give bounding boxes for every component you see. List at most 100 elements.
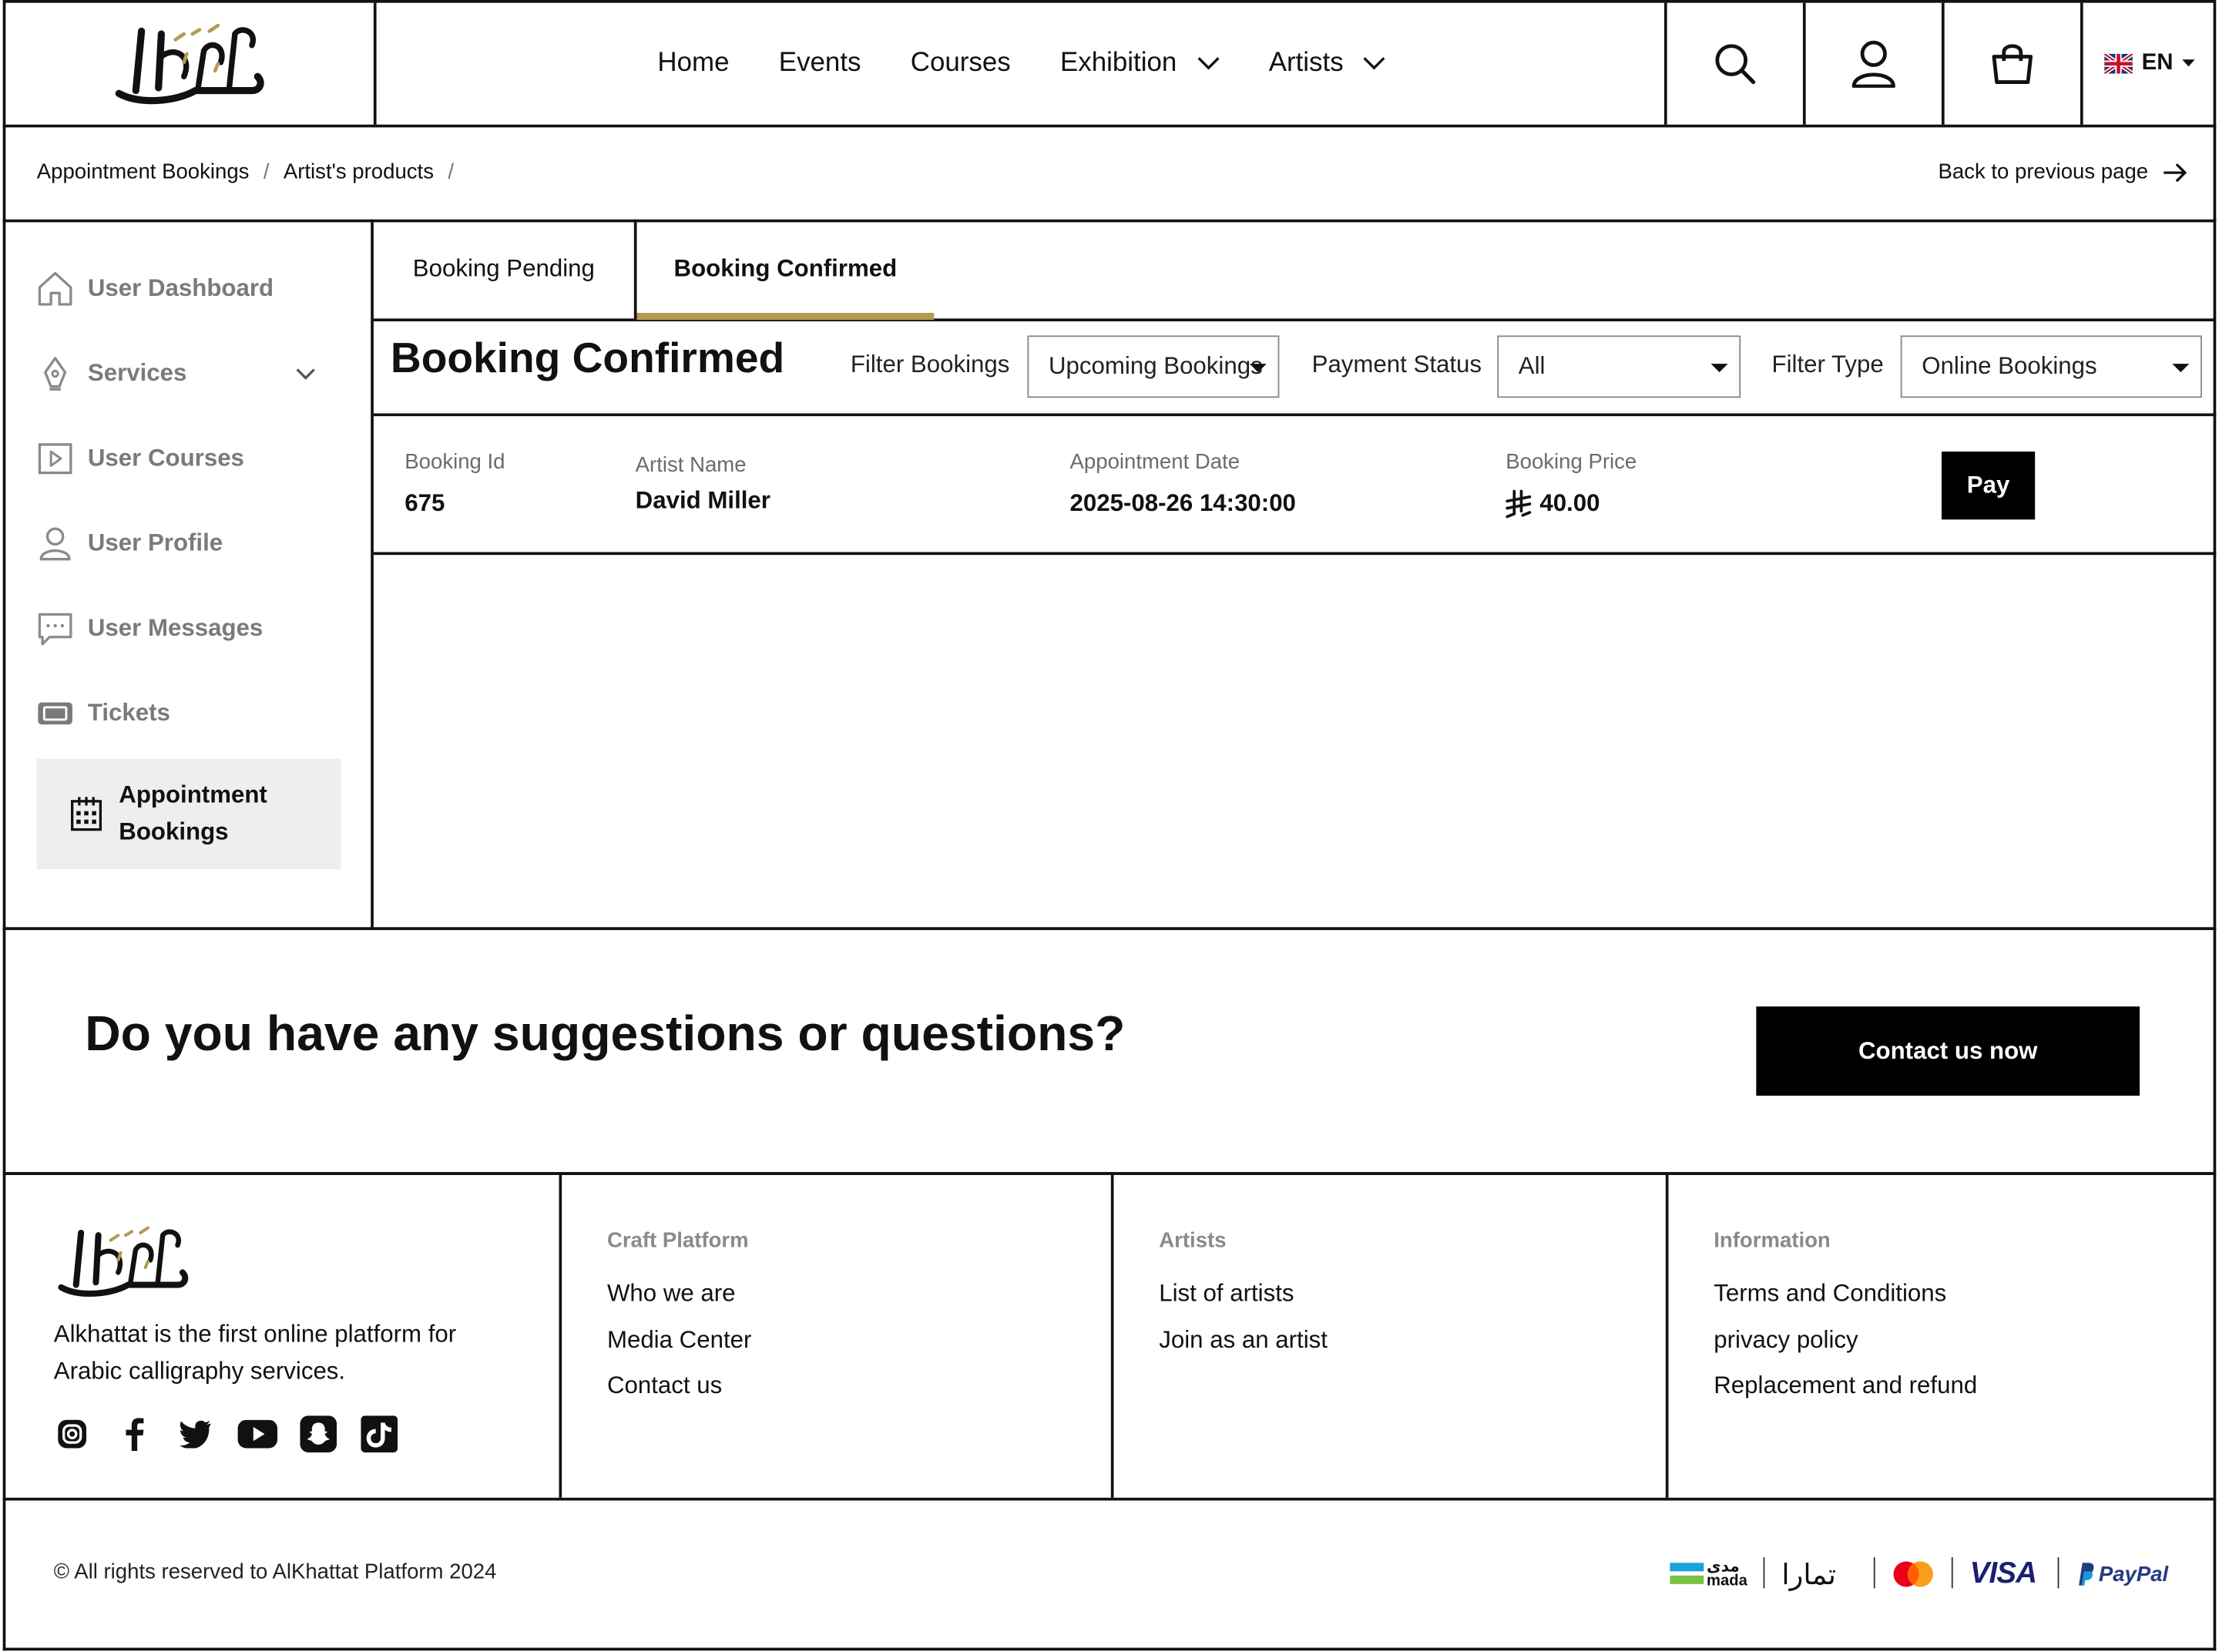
back-label: Back to previous page [1938, 159, 2149, 184]
sidebar-item-label: Services [87, 359, 187, 387]
sidebar-item-label: User Profile [87, 529, 223, 557]
sidebar-item-messages[interactable]: User Messages [37, 610, 341, 647]
select-value: All [1518, 352, 1546, 380]
sidebar-item-profile[interactable]: User Profile [37, 525, 341, 562]
account-button[interactable] [1802, 2, 1942, 125]
footer-link-refund[interactable]: Replacement and refund [1714, 1372, 1977, 1400]
footer-link-list-of-artists[interactable]: List of artists [1159, 1280, 1294, 1308]
booking-tabs: Booking Pending Booking Confirmed [373, 219, 2217, 322]
footer-description: Alkhattat is the first online platform f… [53, 1321, 457, 1385]
footer-link-media-center[interactable]: Media Center [607, 1326, 751, 1355]
snapchat-icon[interactable] [300, 1415, 337, 1452]
sidebar-item-tickets[interactable]: Tickets [37, 695, 341, 732]
chevron-down-icon [1197, 57, 1219, 70]
nav-exhibition[interactable]: Exhibition [1060, 48, 1219, 79]
appointment-date-label: Appointment Date [1069, 450, 1240, 475]
search-button[interactable] [1663, 2, 1803, 125]
language-switcher[interactable]: EN [2080, 2, 2216, 125]
active-tab-indicator [636, 313, 935, 321]
visa-logo: VISA [1969, 1554, 2037, 1593]
facebook-icon[interactable] [116, 1415, 153, 1452]
cart-button[interactable] [1941, 2, 2080, 125]
footer-link-privacy[interactable]: privacy policy [1714, 1326, 1858, 1355]
artist-name-label: Artist Name [635, 452, 747, 478]
uk-flag-icon [2104, 53, 2133, 74]
site-footer: Alkhattat is the first online platform f… [2, 1172, 2217, 1501]
breadcrumb-item[interactable]: Appointment Bookings [37, 160, 250, 184]
tiktok-icon[interactable] [361, 1415, 398, 1452]
search-icon [1715, 44, 1756, 85]
footer-link-join-as-artist[interactable]: Join as an artist [1159, 1326, 1328, 1355]
tab-booking-confirmed[interactable]: Booking Confirmed [637, 220, 935, 319]
breadcrumb-bar: Appointment Bookings / Artist's products… [2, 124, 2217, 223]
paypal-text: PayPal [2098, 1562, 2169, 1587]
divider [1951, 1556, 1953, 1589]
footer-logo [58, 1226, 189, 1297]
nav-courses[interactable]: Courses [911, 48, 1011, 79]
contact-us-button[interactable]: Contact us now [1756, 1006, 2140, 1096]
sidebar-item-label: User Courses [87, 444, 244, 472]
booking-id: 675 [405, 489, 445, 517]
visa-text: VISA [1969, 1556, 2037, 1590]
chevron-down-icon [1364, 57, 1386, 70]
payment-status-select[interactable]: All [1497, 335, 1741, 398]
pen-nib-icon [44, 357, 67, 391]
booking-price-label: Booking Price [1506, 450, 1637, 475]
filter-type-select[interactable]: Online Bookings [1900, 335, 2202, 398]
sidebar-item-appointment-bookings[interactable]: Appointment Bookings [36, 758, 341, 870]
calendar-icon [71, 797, 102, 831]
filter-bookings-label: Filter Bookings [850, 351, 1010, 378]
breadcrumb-separator: / [263, 159, 270, 184]
footer-link-terms[interactable]: Terms and Conditions [1714, 1280, 1946, 1308]
footer-column-information: Information Terms and Conditions privacy… [1665, 1174, 2214, 1498]
main-nav: Home Events Courses Exhibition Artists [377, 3, 1667, 125]
mada-arabic-text: مدى [1707, 1556, 1740, 1576]
home-icon [38, 271, 72, 306]
sidebar-item-courses[interactable]: User Courses [37, 440, 341, 477]
sidebar: User Dashboard Services User Courses Use… [5, 219, 374, 928]
twitter-icon[interactable] [177, 1415, 214, 1452]
booking-price: 40.00 [1506, 489, 1600, 519]
divider [1763, 1556, 1765, 1589]
page-title: Booking Confirmed [390, 335, 785, 383]
caret-down-icon [2172, 364, 2190, 373]
back-link[interactable]: Back to previous page [1938, 160, 2187, 184]
booking-id-label: Booking Id [405, 450, 505, 475]
sidebar-item-label: User Messages [87, 614, 264, 642]
footer-link-contact-us[interactable]: Contact us [607, 1372, 722, 1400]
chevron-down-icon [296, 368, 315, 379]
breadcrumb-item[interactable]: Artist's products [284, 160, 434, 184]
nav-events[interactable]: Events [779, 48, 861, 79]
footer-heading: Craft Platform [606, 1228, 749, 1253]
price-value: 40.00 [1539, 489, 1600, 517]
logo[interactable] [5, 2, 377, 125]
tab-booking-pending[interactable]: Booking Pending [374, 219, 637, 319]
filter-bookings-select[interactable]: Upcoming Bookings [1027, 335, 1280, 398]
sidebar-item-services[interactable]: Services [37, 355, 341, 392]
contact-cta: Do you have any suggestions or questions… [2, 927, 2217, 1175]
sidebar-item-label: Tickets [87, 699, 170, 727]
sidebar-item-label: Appointment Bookings [119, 781, 267, 845]
instagram-icon[interactable] [54, 1415, 91, 1452]
pay-button[interactable]: Pay [1941, 452, 2036, 520]
nav-home[interactable]: Home [657, 48, 729, 79]
footer-column-artists: Artists List of artists Join as an artis… [1110, 1174, 1666, 1498]
cta-heading: Do you have any suggestions or questions… [85, 1006, 1126, 1062]
divider [1873, 1556, 1875, 1589]
calligraphy-logo [115, 23, 264, 105]
sidebar-item-dashboard[interactable]: User Dashboard [37, 270, 341, 307]
filter-bar: Booking Confirmed Filter Bookings Upcomi… [373, 321, 2217, 417]
youtube-icon[interactable] [237, 1415, 277, 1452]
language-label: EN [2141, 51, 2174, 76]
footer-heading: Artists [1159, 1228, 1227, 1253]
mada-text: mada [1707, 1573, 1747, 1590]
footer-column-craft: Craft Platform Who we are Media Center C… [559, 1174, 1110, 1498]
footer-link-who-we-are[interactable]: Who we are [607, 1280, 736, 1308]
caret-down-icon [1710, 364, 1728, 373]
nav-artists[interactable]: Artists [1269, 48, 1386, 79]
content-panel: Booking Pending Booking Confirmed Bookin… [373, 219, 2217, 928]
footer-heading: Information [1714, 1228, 1831, 1253]
sidebar-item-label: User Dashboard [87, 274, 274, 302]
payment-status-label: Payment Status [1311, 351, 1482, 378]
saudi-riyal-icon [1506, 489, 1532, 519]
